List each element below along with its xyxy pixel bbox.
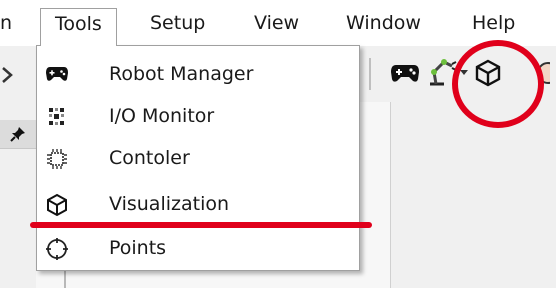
chevron-right-icon[interactable] <box>0 66 14 84</box>
menu-item-label: Contoler <box>109 147 190 169</box>
menu-item-label: Visualization <box>109 193 230 215</box>
menu-item-visualization[interactable]: Visualization <box>37 184 359 224</box>
gamepad-icon[interactable] <box>390 62 420 84</box>
menu-tools[interactable]: Tools <box>40 8 117 46</box>
menu-setup[interactable]: Setup <box>150 8 205 38</box>
menu-view[interactable]: View <box>254 8 299 38</box>
gamepad-icon <box>46 67 68 81</box>
crosshair-circle-icon <box>46 238 68 260</box>
tools-dropdown-menu: Robot Manager I/O Monitor Contoler Visua… <box>36 45 360 271</box>
pin-icon[interactable] <box>10 126 26 142</box>
menu-bar: n Tools Setup View Window Help <box>0 0 556 46</box>
menu-item-label: Robot Manager <box>109 63 254 85</box>
menu-window[interactable]: Window <box>346 8 421 38</box>
menu-item-label: I/O Monitor <box>109 105 215 127</box>
chip-icon <box>47 149 67 169</box>
side-panel <box>0 102 36 288</box>
right-panel <box>390 102 556 288</box>
menu-item-contoler[interactable]: Contoler <box>37 138 359 178</box>
menu-help[interactable]: Help <box>472 8 515 38</box>
menu-item-io-monitor[interactable]: I/O Monitor <box>37 96 359 136</box>
menu-item-partial[interactable]: n <box>0 8 12 38</box>
red-circle-annotation <box>452 40 544 128</box>
menu-item-points[interactable]: Points <box>37 228 359 268</box>
pin-tab[interactable] <box>0 120 36 149</box>
red-underline-annotation <box>30 222 372 228</box>
menu-item-label: Points <box>109 237 167 259</box>
cube-icon <box>47 193 67 217</box>
toolbar-separator <box>369 58 371 90</box>
io-grid-icon <box>49 108 64 125</box>
menu-item-robot-manager[interactable]: Robot Manager <box>37 54 359 94</box>
